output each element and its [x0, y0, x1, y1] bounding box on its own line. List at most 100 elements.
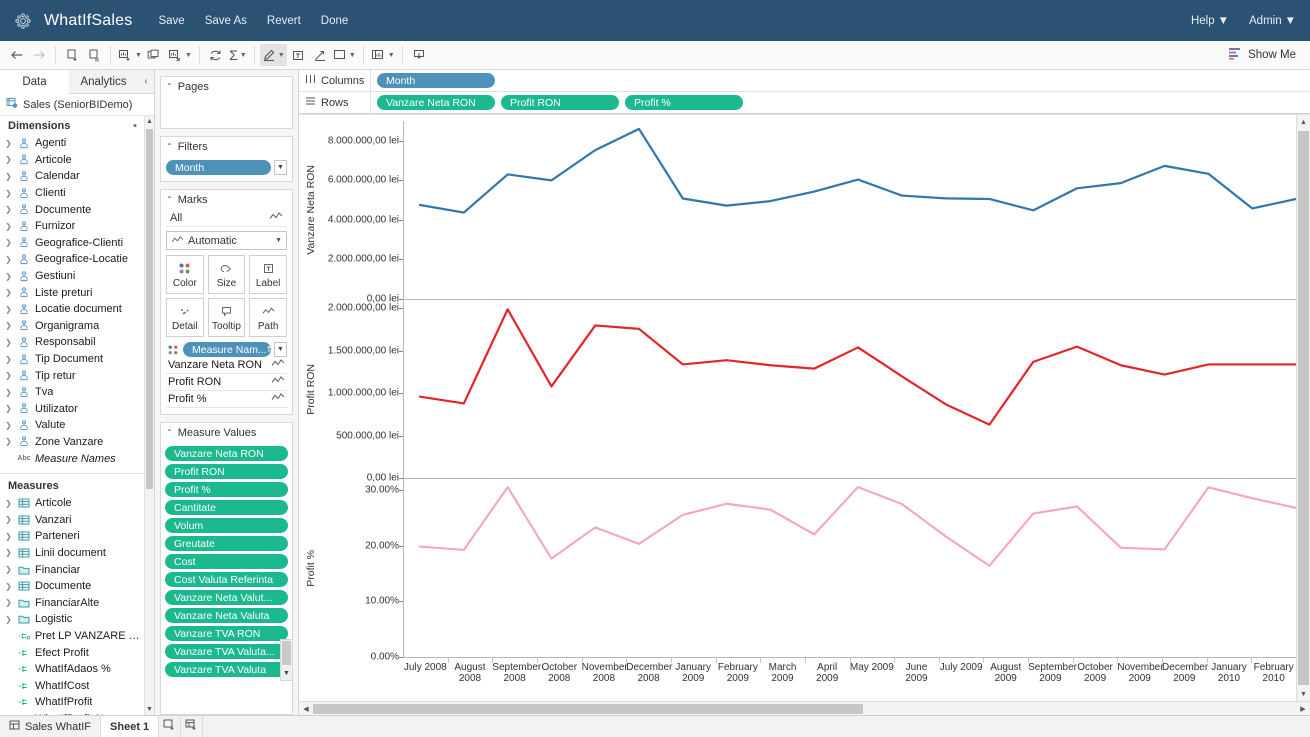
expand-icon[interactable]: ❯	[4, 355, 13, 364]
measure-value-pill[interactable]: Cantitate	[165, 500, 288, 515]
calculated-measure-field[interactable]: WhatIfProfit	[0, 694, 144, 711]
expand-icon[interactable]: ❯	[4, 139, 13, 148]
measure-folder[interactable]: ❯ Logistic	[0, 611, 144, 628]
measure-value-pill[interactable]: Vanzare TVA Valuta...	[165, 644, 288, 659]
columns-pill-month[interactable]: Month	[377, 73, 495, 88]
dimension-field[interactable]: ❯ Clienti	[0, 185, 144, 202]
new-dashboard-button[interactable]	[181, 716, 204, 737]
expand-icon[interactable]: ❯	[4, 421, 13, 430]
tab-analytics[interactable]: Analytics	[69, 70, 138, 93]
scroll-right-icon[interactable]: ▶	[1296, 702, 1310, 716]
scroll-up-icon[interactable]: ▲	[1297, 115, 1310, 129]
measure-folder[interactable]: ❯ Articole	[0, 495, 144, 512]
measure-value-pill[interactable]: Vanzare Neta Valuta	[165, 608, 288, 623]
dimension-field[interactable]: ❯ Locatie document	[0, 301, 144, 318]
plot-area[interactable]	[403, 479, 1296, 657]
scrollbar-track[interactable]	[313, 703, 1296, 715]
expand-icon[interactable]: ❯	[4, 371, 13, 380]
marks-detail-button[interactable]: Detail	[166, 298, 204, 337]
download-icon[interactable]	[408, 44, 430, 66]
expand-icon[interactable]: ❯	[4, 238, 13, 247]
chart-vertical-scrollbar[interactable]: ▲ ▼	[1296, 115, 1310, 701]
rows-pill-profit-ron[interactable]: Profit RON	[501, 95, 619, 110]
filter-dropdown-icon[interactable]: ▼	[274, 160, 287, 175]
chevron-up-icon[interactable]: ⌃	[166, 428, 173, 437]
scrollbar-thumb[interactable]	[313, 703, 864, 714]
measure-value-pill[interactable]: Vanzare Neta RON	[165, 446, 288, 461]
clear-sheet-icon[interactable]: ▼	[166, 44, 194, 66]
expand-icon[interactable]: ❯	[4, 515, 13, 524]
measure-value-pill[interactable]: Profit %	[165, 482, 288, 497]
measure-value-pill[interactable]: Vanzare Neta Valut...	[165, 590, 288, 605]
data-pane-scrollbar[interactable]: ▲ ▼	[144, 116, 154, 715]
mark-type-select[interactable]: Automatic ▼	[166, 231, 287, 250]
revert-button[interactable]: Revert	[267, 15, 301, 27]
help-menu[interactable]: Help ▼	[1191, 15, 1229, 27]
dimension-field[interactable]: ❯ Responsabil	[0, 334, 144, 351]
dimension-field[interactable]: ❯ Organigrama	[0, 318, 144, 335]
scrollbar-thumb[interactable]	[146, 129, 153, 489]
dimension-field[interactable]: ❯ Geografice-Locatie	[0, 251, 144, 268]
new-worksheet-icon[interactable]: ▼	[116, 44, 144, 66]
fit-icon[interactable]: ▼	[331, 44, 358, 66]
marks-path-button[interactable]: Path	[249, 298, 287, 337]
calculated-measure-field[interactable]: WhatIfCost	[0, 677, 144, 694]
back-arrow-icon[interactable]	[6, 44, 28, 66]
marks-label-button[interactable]: Label	[249, 255, 287, 294]
expand-icon[interactable]: ❯	[4, 532, 13, 541]
rows-shelf[interactable]: Rows Vanzare Neta RON Profit RON Profit …	[299, 92, 1310, 114]
expand-icon[interactable]: ❯	[4, 172, 13, 181]
save-as-button[interactable]: Save As	[205, 15, 247, 27]
sheet-tab-sales-whatif[interactable]: Sales WhatIF	[0, 716, 102, 737]
expand-icon[interactable]: ❯	[4, 288, 13, 297]
dimension-field[interactable]: ❯ Agenti	[0, 135, 144, 152]
dimension-field[interactable]: ❯ Utilizator	[0, 401, 144, 418]
collapse-pane-icon[interactable]: ‹	[138, 70, 154, 93]
expand-icon[interactable]: ❯	[4, 189, 13, 198]
expand-icon[interactable]: ❯	[4, 272, 13, 281]
marks-color-dropdown-icon[interactable]: ▼	[274, 342, 287, 357]
columns-shelf[interactable]: Columns Month	[299, 70, 1310, 92]
plot-area[interactable]	[403, 300, 1296, 478]
dimension-field[interactable]: ❯ Geografice-Clienti	[0, 235, 144, 252]
plot-area[interactable]	[403, 121, 1296, 299]
show-me-button[interactable]: Show Me	[1228, 47, 1304, 63]
totals-icon[interactable]: Σ ▼	[227, 44, 249, 66]
expand-icon[interactable]: ❯	[4, 598, 13, 607]
dimension-field[interactable]: ❯ Documente	[0, 201, 144, 218]
dimension-field[interactable]: ❯ Articole	[0, 152, 144, 169]
calculated-measure-field[interactable]: Efect Profit	[0, 644, 144, 661]
marks-color-pill[interactable]: Measure Nam... ⇅	[183, 342, 271, 357]
rows-pill-profit-pct[interactable]: Profit %	[625, 95, 743, 110]
measure-folder[interactable]: ❯ FinanciarAlte	[0, 594, 144, 611]
dimension-field[interactable]: ❯ Tip retur	[0, 367, 144, 384]
expand-icon[interactable]: ❯	[4, 305, 13, 314]
filters-card-header[interactable]: ⌃ Filters	[161, 137, 292, 156]
measure-value-pill[interactable]: Volum	[165, 518, 288, 533]
show-labels-icon[interactable]	[287, 44, 309, 66]
expand-icon[interactable]: ❯	[4, 582, 13, 591]
scrollbar-thumb[interactable]	[1298, 131, 1309, 685]
chevron-up-icon[interactable]: ⌃	[166, 142, 173, 151]
done-button[interactable]: Done	[321, 15, 349, 27]
dimension-field[interactable]: ❯ Calendar	[0, 168, 144, 185]
new-worksheet-button[interactable]	[159, 716, 182, 737]
marks-measure-row[interactable]: Profit RON	[166, 374, 287, 391]
scroll-down-icon[interactable]: ▼	[281, 666, 292, 680]
show-cards-icon[interactable]: ▼	[369, 44, 397, 66]
expand-icon[interactable]: ❯	[4, 205, 13, 214]
marks-color-button[interactable]: Color	[166, 255, 204, 294]
dimension-field[interactable]: ❯ Valute	[0, 417, 144, 434]
dimension-field[interactable]: ❯ Tip Document	[0, 351, 144, 368]
scroll-up-icon[interactable]: ▲	[145, 116, 154, 127]
highlight-icon[interactable]: ▼	[259, 44, 287, 66]
fix-axes-icon[interactable]	[309, 44, 331, 66]
tab-data[interactable]: Data	[0, 70, 69, 94]
expand-icon[interactable]: ❯	[4, 321, 13, 330]
columns-shelf-content[interactable]: Month	[371, 70, 1310, 91]
marks-measure-row[interactable]: Vanzare Neta RON	[166, 357, 287, 374]
admin-menu[interactable]: Admin ▼	[1249, 15, 1296, 27]
scroll-left-icon[interactable]: ◀	[299, 702, 313, 716]
scroll-down-icon[interactable]: ▼	[145, 704, 154, 715]
chevron-up-icon[interactable]: ⌃	[166, 195, 173, 204]
